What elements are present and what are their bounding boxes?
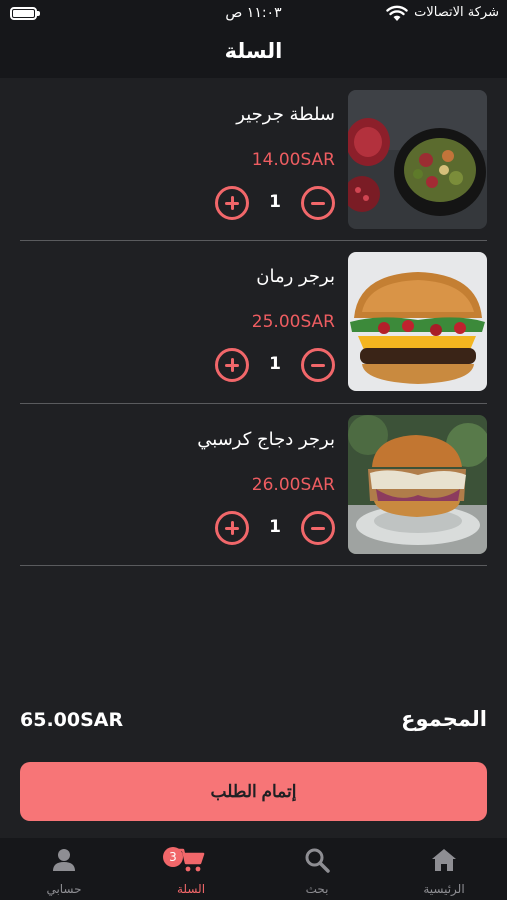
tab-home-label: الرئيسية [423, 882, 465, 896]
quantity-stepper: 1 [215, 511, 335, 545]
item-name: برجر دجاج كرسبي [197, 429, 335, 450]
page-title: السلة [224, 39, 283, 63]
tab-account-label: حسابي [46, 882, 82, 896]
chicken-burger-image [348, 415, 487, 554]
total-value: 65.00SAR [20, 709, 124, 731]
increase-quantity-button[interactable] [215, 348, 249, 382]
tab-account[interactable]: حسابي [14, 838, 114, 900]
item-name: سلطة جرجير [236, 104, 335, 125]
search-icon [305, 848, 330, 873]
increase-quantity-button[interactable] [215, 186, 249, 220]
cart-item: برجر دجاج كرسبي 26.00SAR 1 [20, 415, 487, 577]
divider [20, 240, 487, 241]
decrease-quantity-button[interactable] [301, 186, 335, 220]
wifi-icon [386, 5, 408, 21]
item-price: 25.00SAR [251, 312, 335, 332]
user-icon [53, 849, 75, 871]
quantity-stepper: 1 [215, 186, 335, 220]
checkout-button[interactable]: إتمام الطلب [20, 762, 487, 821]
header: السلة [0, 28, 507, 78]
quantity-value: 1 [269, 517, 281, 537]
total-label: المجموع [401, 707, 487, 731]
decrease-quantity-button[interactable] [301, 511, 335, 545]
salad-image [348, 90, 487, 229]
decrease-quantity-button[interactable] [301, 348, 335, 382]
carrier-name: شركة الاتصالات [414, 5, 499, 20]
quantity-value: 1 [269, 192, 281, 212]
divider [20, 403, 487, 404]
tab-search[interactable]: بحث [267, 838, 367, 900]
tab-bar: الرئيسية بحث السلة حسابي [0, 838, 507, 900]
burger-image [348, 252, 487, 391]
cart-item: برجر رمان 25.00SAR 1 [20, 252, 487, 414]
quantity-stepper: 1 [215, 348, 335, 382]
tab-home[interactable]: الرئيسية [394, 838, 494, 900]
item-price: 14.00SAR [251, 150, 335, 170]
tab-cart[interactable]: السلة [141, 838, 241, 900]
item-name: برجر رمان [256, 266, 335, 287]
increase-quantity-button[interactable] [215, 511, 249, 545]
tab-search-label: بحث [305, 882, 329, 896]
checkout-label: إتمام الطلب [210, 782, 297, 801]
item-price: 26.00SAR [251, 475, 335, 495]
divider [20, 565, 487, 566]
tab-cart-label: السلة [176, 882, 206, 896]
status-bar: ١١:٠٣ ص شركة الاتصالات [0, 0, 507, 28]
quantity-value: 1 [269, 354, 281, 374]
cart-item: سلطة جرجير 14.00SAR 1 [20, 90, 487, 252]
home-icon [432, 849, 456, 871]
cart-badge: 3 [163, 847, 183, 867]
